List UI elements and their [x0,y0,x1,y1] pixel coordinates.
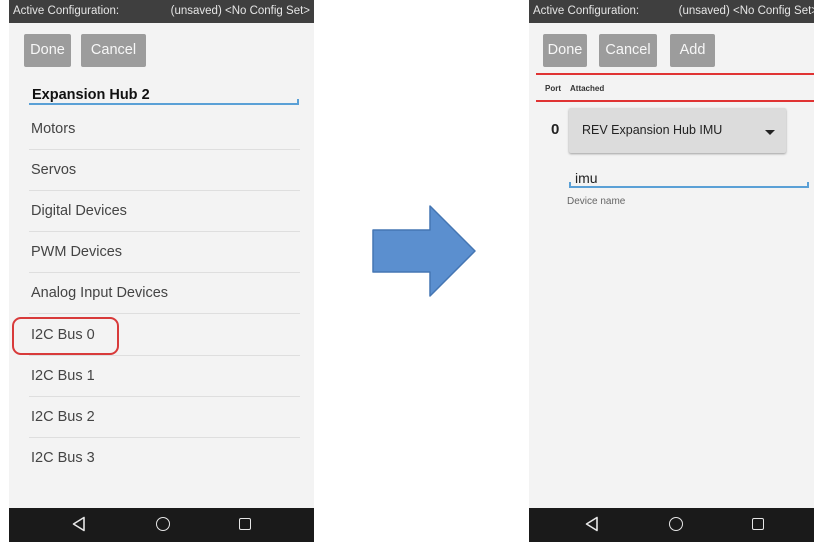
attached-column-header: Attached [570,84,605,93]
menu-item-label: Digital Devices [31,203,127,219]
back-icon[interactable] [585,516,599,532]
active-configuration-label: Active Configuration: [13,5,120,17]
menu-item-label: I2C Bus 2 [31,409,95,425]
device-name-hint: Device name [567,196,626,207]
active-configuration-value: (unsaved) <No Config Set> [678,5,814,17]
home-icon[interactable] [156,517,170,531]
active-configuration-label: Active Configuration: [533,5,640,17]
android-nav-bar [9,508,314,542]
port-number: 0 [551,121,560,138]
menu-item-label: I2C Bus 1 [31,368,95,384]
recent-apps-icon[interactable] [752,518,764,530]
back-icon[interactable] [72,516,86,532]
i2c-bus-0-highlight-box [12,317,119,355]
divider [29,313,300,314]
cancel-button[interactable]: Cancel [599,34,657,67]
menu-item-i2c-bus-3[interactable]: I2C Bus 3 [9,438,314,479]
menu-item-motors[interactable]: Motors [9,109,314,150]
device-type-dropdown[interactable]: REV Expansion Hub IMU [569,108,786,153]
hub-name-field[interactable]: Expansion Hub 2 [32,87,150,103]
hub-name-underline [29,99,299,105]
menu-item-i2c-bus-1[interactable]: I2C Bus 1 [9,356,314,397]
highlight-line-top [536,73,814,75]
recent-apps-icon[interactable] [239,518,251,530]
menu-item-pwm-devices[interactable]: PWM Devices [9,232,314,273]
right-phone-screen: Active Configuration: (unsaved) <No Conf… [529,0,814,542]
active-configuration-value: (unsaved) <No Config Set> [170,5,310,17]
android-nav-bar [529,508,814,542]
done-button[interactable]: Done [543,34,587,67]
cancel-button[interactable]: Cancel [81,34,146,67]
device-name-underline [569,182,809,188]
menu-item-label: PWM Devices [31,244,123,260]
menu-item-label: Servos [31,162,77,178]
done-button[interactable]: Done [24,34,71,67]
highlight-line-bottom [536,100,814,102]
device-type-value: REV Expansion Hub IMU [582,123,723,137]
port-column-header: Port [545,84,561,93]
menu-item-i2c-bus-2[interactable]: I2C Bus 2 [9,397,314,438]
status-bar: Active Configuration: (unsaved) <No Conf… [9,0,314,23]
dropdown-caret-icon [765,130,775,135]
status-bar: Active Configuration: (unsaved) <No Conf… [529,0,814,23]
right-arrow-icon [372,205,476,297]
menu-item-digital-devices[interactable]: Digital Devices [9,191,314,232]
home-icon[interactable] [669,517,683,531]
menu-item-label: Analog Input Devices [31,285,169,301]
menu-item-label: I2C Bus 3 [31,450,95,466]
menu-item-servos[interactable]: Servos [9,150,314,191]
add-button[interactable]: Add [670,34,715,67]
left-phone-screen: Active Configuration: (unsaved) <No Conf… [9,0,314,542]
menu-item-label: Motors [31,121,76,137]
menu-item-analog-input-devices[interactable]: Analog Input Devices [9,273,314,314]
